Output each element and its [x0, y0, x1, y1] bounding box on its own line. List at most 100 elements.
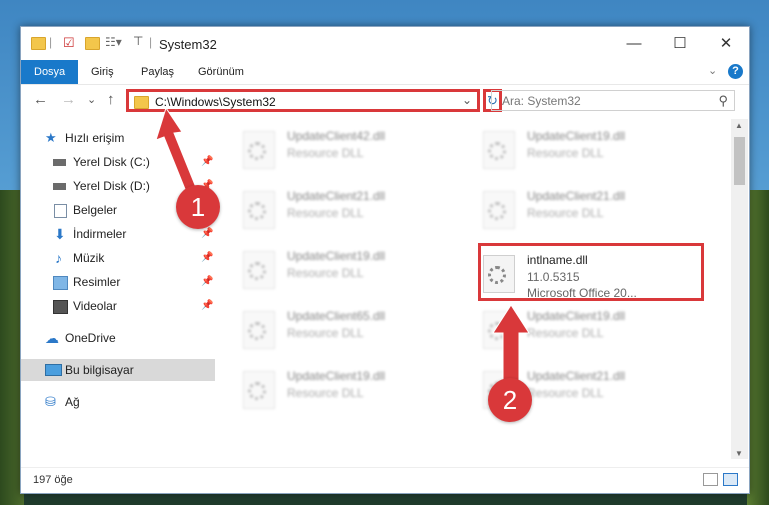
- dll-file-icon: [243, 311, 275, 349]
- dll-file-icon: [243, 371, 275, 409]
- recent-locations-button[interactable]: ⌄: [87, 93, 96, 106]
- maximize-button[interactable]: ☐: [657, 27, 703, 60]
- search-placeholder: Ara: System32: [502, 94, 581, 108]
- separator: |: [149, 35, 153, 49]
- download-icon: ⬇: [54, 226, 66, 242]
- folder-icon: [134, 96, 149, 109]
- sidebar-item-this-pc[interactable]: Bu bilgisayar: [21, 359, 215, 381]
- dll-file-icon: [483, 131, 515, 169]
- dll-file-icon: [243, 251, 275, 289]
- sidebar-item-label: Resimler: [73, 275, 121, 289]
- file-name: UpdateClient19.dll: [527, 309, 626, 323]
- file-type: Resource DLL: [527, 206, 604, 220]
- sidebar-item-pictures[interactable]: Resimler 📌: [21, 271, 215, 293]
- sidebar-item-label: Müzik: [73, 251, 105, 265]
- list-item[interactable]: UpdateClient19.dll Resource DLL: [477, 125, 697, 173]
- dll-file-icon: [243, 191, 275, 229]
- list-item[interactable]: UpdateClient19.dll Resource DLL: [237, 365, 457, 413]
- tab-dosya[interactable]: Dosya: [21, 60, 79, 84]
- wallpaper-right: [747, 190, 769, 505]
- sidebar-item-downloads[interactable]: ⬇ İndirmeler 📌: [21, 223, 215, 245]
- status-bar: 197 öğe: [21, 467, 749, 493]
- dll-file-icon: [483, 191, 515, 229]
- file-name: UpdateClient19.dll: [527, 129, 626, 143]
- sidebar-item-disk-c[interactable]: Yerel Disk (C:) 📌: [21, 151, 215, 173]
- vertical-scrollbar[interactable]: ▲ ▼: [731, 119, 748, 459]
- list-item[interactable]: UpdateClient19.dll Resource DLL: [237, 245, 457, 293]
- title-bar[interactable]: | ☑ ☷▾ ⊤ | System32 — ☐ ✕: [21, 27, 749, 60]
- sidebar-item-label: OneDrive: [65, 331, 116, 345]
- scroll-down-icon[interactable]: ▼: [735, 449, 743, 458]
- file-name: UpdateClient42.dll: [287, 129, 386, 143]
- file-type: Resource DLL: [527, 326, 604, 340]
- tab-paylas[interactable]: Paylaş: [141, 60, 174, 84]
- sidebar-item-label: İndirmeler: [73, 227, 127, 241]
- properties-icon[interactable]: ☑: [63, 35, 75, 51]
- minimize-button[interactable]: —: [611, 27, 657, 60]
- list-item[interactable]: UpdateClient19.dll Resource DLL: [477, 305, 697, 353]
- ribbon-tabs: Dosya Giriş Paylaş Görünüm ⌄ ?: [21, 60, 749, 84]
- file-type: Resource DLL: [287, 386, 364, 400]
- pin-icon[interactable]: 📌: [201, 295, 213, 317]
- sidebar-item-label: Ağ: [65, 395, 80, 409]
- separator: |: [49, 35, 53, 49]
- file-type: Resource DLL: [287, 266, 364, 280]
- documents-icon: [54, 204, 67, 218]
- videos-icon: [53, 300, 68, 314]
- sidebar-item-label: Belgeler: [73, 203, 118, 217]
- step-marker-2: 2: [488, 378, 532, 422]
- pin-icon[interactable]: 📌: [201, 247, 213, 269]
- file-type: Resource DLL: [527, 386, 604, 400]
- address-path: C:\Windows\System32: [155, 95, 276, 109]
- forward-button[interactable]: →: [61, 91, 76, 108]
- file-type: Resource DLL: [527, 146, 604, 160]
- close-button[interactable]: ✕: [703, 27, 749, 60]
- file-name: UpdateClient19.dll: [287, 369, 386, 383]
- file-name: UpdateClient21.dll: [287, 189, 386, 203]
- navigation-pane: ★ Hızlı erişim Yerel Disk (C:) 📌 Yerel D…: [21, 119, 215, 459]
- ribbon-expand-icon[interactable]: ⌄: [708, 64, 717, 77]
- address-dropdown-icon[interactable]: ⌄: [462, 93, 472, 107]
- sidebar-item-network[interactable]: ⛁ Ağ: [21, 391, 215, 413]
- list-item[interactable]: UpdateClient42.dll Resource DLL: [237, 125, 457, 173]
- file-type: Resource DLL: [287, 326, 364, 340]
- drive-icon: [53, 183, 66, 190]
- up-button[interactable]: ↑: [107, 91, 115, 108]
- scroll-up-icon[interactable]: ▲: [735, 121, 743, 130]
- search-icon[interactable]: ⚲: [718, 93, 728, 109]
- file-type: Resource DLL: [287, 206, 364, 220]
- new-folder-icon[interactable]: [85, 37, 100, 50]
- list-item[interactable]: UpdateClient65.dll Resource DLL: [237, 305, 457, 353]
- file-name: UpdateClient21.dll: [527, 369, 626, 383]
- large-icons-view-icon[interactable]: [723, 473, 738, 486]
- customize-icon[interactable]: ☷▾: [105, 35, 122, 49]
- cloud-icon: ☁: [45, 330, 59, 346]
- file-name: UpdateClient19.dll: [287, 249, 386, 263]
- sidebar-item-videos[interactable]: Videolar 📌: [21, 295, 215, 317]
- pictures-icon: [53, 276, 68, 290]
- star-icon: ★: [45, 130, 57, 145]
- sidebar-item-onedrive[interactable]: ☁ OneDrive: [21, 327, 215, 349]
- network-icon: ⛁: [45, 394, 56, 409]
- quick-access-dropdown-icon[interactable]: ⊤: [133, 34, 143, 48]
- help-icon[interactable]: ?: [728, 64, 743, 79]
- pin-icon[interactable]: 📌: [201, 271, 213, 293]
- dll-file-icon: [483, 311, 515, 349]
- scroll-thumb[interactable]: [734, 137, 745, 185]
- sidebar-item-music[interactable]: ♪ Müzik 📌: [21, 247, 215, 269]
- back-button[interactable]: ←: [33, 91, 48, 108]
- tab-giris[interactable]: Giriş: [91, 60, 114, 84]
- sidebar-item-quick-access[interactable]: ★ Hızlı erişim: [21, 127, 215, 149]
- list-item[interactable]: UpdateClient21.dll Resource DLL: [477, 185, 697, 233]
- sidebar-item-label: Videolar: [73, 299, 117, 313]
- file-type: Resource DLL: [287, 146, 364, 160]
- list-item[interactable]: UpdateClient21.dll Resource DLL: [237, 185, 457, 233]
- details-view-icon[interactable]: [703, 473, 718, 486]
- search-box[interactable]: Ara: System32 ⚲: [491, 90, 735, 111]
- step-marker-1: 1: [176, 185, 220, 229]
- music-icon: ♪: [55, 250, 62, 266]
- tab-gorunum[interactable]: Görünüm: [198, 60, 244, 84]
- address-bar[interactable]: C:\Windows\System32 ⌄: [126, 89, 480, 112]
- pin-icon[interactable]: 📌: [201, 151, 213, 173]
- highlight-file-box: [478, 243, 704, 301]
